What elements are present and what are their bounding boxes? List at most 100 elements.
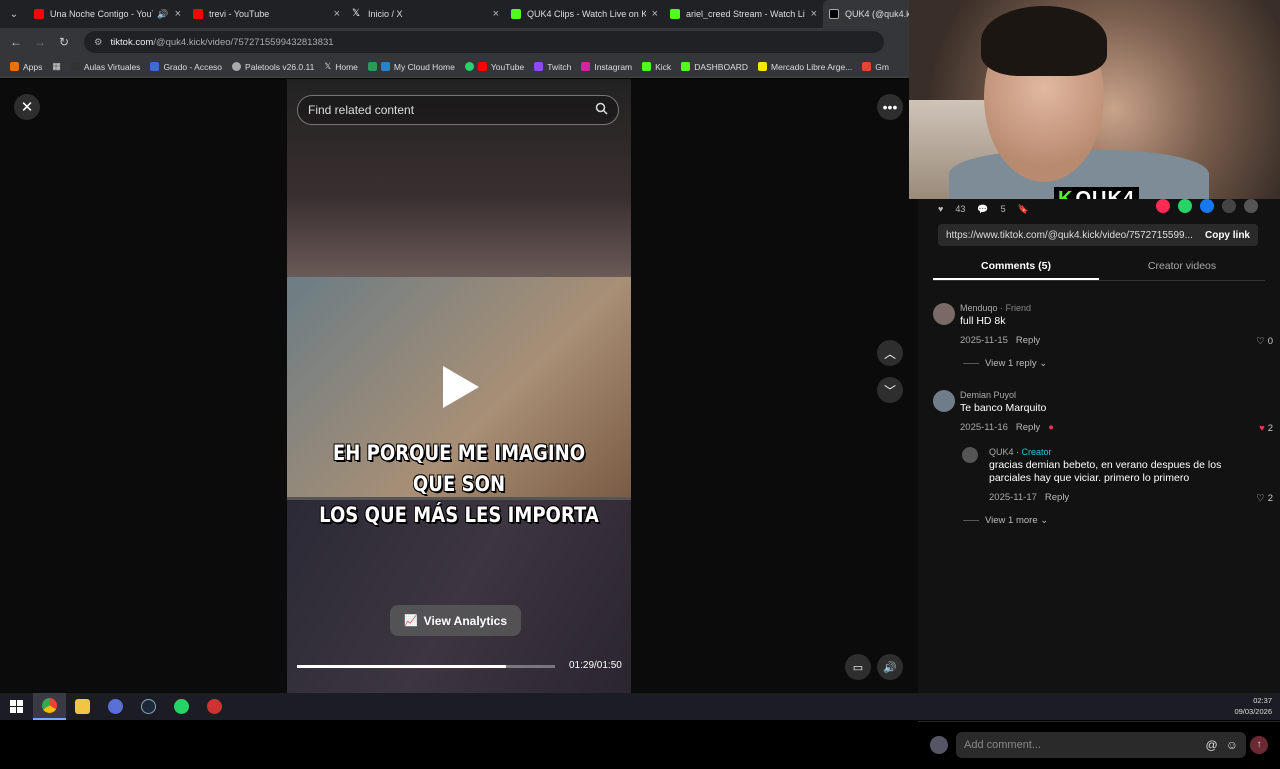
bookmark-grid[interactable]: ▦ (52, 61, 61, 72)
url-domain: tiktok.com (110, 36, 154, 48)
avatar[interactable] (933, 390, 955, 412)
play-icon[interactable] (443, 366, 479, 408)
comment-author[interactable]: Menduqo · Friend (960, 303, 1031, 313)
chevron-up-icon[interactable]: ︿ (877, 340, 903, 366)
browser-tab[interactable]: trevi - YouTube × (187, 0, 346, 28)
view-analytics-button[interactable]: 📈 View Analytics (390, 605, 521, 636)
whatsapp-icon[interactable] (165, 693, 198, 720)
chevron-down-icon[interactable]: ﹀ (877, 377, 903, 403)
comment-text: full HD 8k (960, 315, 1006, 327)
kick-icon (670, 9, 680, 19)
site-info-icon[interactable]: ⚙ (94, 37, 103, 48)
emoji-icon[interactable]: ☺ (1226, 738, 1238, 752)
more-options-icon[interactable]: ••• (877, 94, 903, 120)
bookmark-favicon (150, 62, 160, 71)
bookmark-youtube[interactable]: YouTube (464, 62, 524, 72)
browser-tab[interactable]: ariel_creed Stream - Watch Live × (664, 0, 823, 28)
tab-close-button[interactable]: × (175, 8, 181, 20)
share-icons (1148, 199, 1258, 213)
whatsapp-icon[interactable] (1178, 199, 1192, 213)
tiktok-icon (829, 9, 839, 19)
back-button[interactable]: ← (4, 35, 28, 49)
steam-icon[interactable] (132, 693, 165, 720)
comment-count: 5 (1000, 204, 1006, 214)
add-comment-input[interactable]: Add comment... @ ☺ (956, 732, 1246, 758)
volume-icon[interactable]: 🔊 (877, 654, 903, 680)
avatar[interactable] (962, 447, 978, 463)
mention-icon[interactable]: @ (1206, 738, 1218, 752)
reply-button[interactable]: Reply (1045, 492, 1069, 503)
comment-like[interactable]: ♥ 2 (1259, 423, 1273, 434)
browser-tab[interactable]: Una Noche Contigo - YouTube 🔊 × (28, 0, 187, 28)
url-field[interactable]: ⚙ tiktok.com/@quk4.kick/video/7572715599… (84, 31, 884, 53)
bookmark-twitch[interactable]: Twitch (534, 62, 571, 72)
tab-close-button[interactable]: × (334, 8, 340, 20)
bookmark-apps[interactable]: Apps (10, 62, 42, 72)
video-player[interactable]: Find related content EH PORQUE ME IMAGIN… (287, 79, 631, 693)
tab-comments[interactable]: Comments (5) (933, 255, 1099, 280)
app-icon[interactable] (198, 693, 231, 720)
progress-bar[interactable] (297, 665, 555, 668)
send-icon[interactable]: ↑ (1250, 736, 1268, 754)
bookmark-dashboard[interactable]: DASHBOARD (681, 62, 748, 72)
copy-link-button[interactable]: Copy link (1197, 230, 1258, 241)
comment-icon[interactable]: 💬 (977, 204, 988, 215)
bookmark-mercadolibre[interactable]: Mercado Libre Arge... (758, 62, 852, 72)
share-link-row: https://www.tiktok.com/@quk4.kick/video/… (938, 224, 1258, 246)
like-count: 43 (955, 204, 966, 214)
apps-icon (10, 62, 19, 71)
comment-author[interactable]: Demian Puyol (960, 390, 1016, 400)
share-icon[interactable] (1244, 199, 1258, 213)
share-url[interactable]: https://www.tiktok.com/@quk4.kick/video/… (938, 230, 1197, 241)
file-explorer-icon[interactable] (66, 693, 99, 720)
system-clock[interactable]: 02:37 09/03/2026 (1234, 695, 1272, 717)
kick-icon (642, 62, 652, 71)
tab-close-button[interactable]: × (811, 8, 817, 20)
comment-like[interactable]: ♡ 2 (1256, 493, 1273, 504)
tab-title: Una Noche Contigo - YouTube (50, 9, 153, 19)
browser-tab[interactable]: QUK4 Clips - Watch Live on Kick × (505, 0, 664, 28)
reply-button[interactable]: Reply (1016, 422, 1040, 433)
bookmark-instagram[interactable]: Instagram (581, 62, 632, 72)
tab-close-button[interactable]: × (652, 8, 658, 20)
bookmark-aulas[interactable]: Aulas Virtuales (70, 62, 140, 72)
x-icon[interactable] (1222, 199, 1236, 213)
comment-text: Te banco Marquito (960, 402, 1047, 414)
bookmark-home[interactable]: 𝕏 Home (324, 61, 358, 72)
bookmark-kick[interactable]: Kick (642, 62, 671, 72)
forward-button[interactable]: → (28, 35, 52, 49)
tab-title: trevi - YouTube (209, 9, 270, 19)
analytics-label: View Analytics (423, 613, 508, 628)
x-icon: 𝕏 (324, 61, 332, 71)
comment-author[interactable]: QUK4 · Creator (989, 447, 1052, 457)
reload-button[interactable]: ↻ (52, 35, 76, 49)
comment-like[interactable]: ♡ 0 (1256, 336, 1273, 347)
facebook-icon[interactable] (1200, 199, 1214, 213)
view-more-button[interactable]: View 1 more ⌄ (963, 515, 1048, 526)
avatar[interactable] (933, 303, 955, 325)
bookmark-gmail[interactable]: Gm (862, 62, 889, 72)
youtube-icon (193, 9, 203, 19)
bookmark-paletools[interactable]: Paletools v26.0.11 (232, 62, 314, 72)
tab-close-button[interactable]: × (493, 8, 499, 20)
reply-button[interactable]: Reply (1016, 335, 1040, 346)
heart-icon[interactable]: ♥ (938, 204, 943, 214)
windows-start-icon[interactable] (0, 693, 33, 720)
close-icon[interactable]: ✕ (14, 94, 40, 120)
grid-icon: ▦ (52, 61, 61, 71)
view-replies-button[interactable]: View 1 reply ⌄ (963, 358, 1047, 369)
share-embed-icon[interactable] (1156, 199, 1170, 213)
related-search-input[interactable]: Find related content (297, 95, 619, 125)
browser-tab[interactable]: 𝕏 Inicio / X × (346, 0, 505, 28)
bookmark-grado[interactable]: Grado - Acceso (150, 62, 222, 72)
picture-in-picture-icon[interactable]: ▭ (845, 654, 871, 680)
bookmark-label: Apps (23, 61, 43, 72)
tab-search-button[interactable]: ⌄ (0, 0, 28, 28)
search-icon[interactable] (595, 102, 608, 118)
divider (963, 362, 979, 364)
chrome-profile-icon[interactable] (99, 693, 132, 720)
tab-creator-videos[interactable]: Creator videos (1099, 255, 1265, 280)
chrome-taskbar-icon[interactable] (33, 693, 66, 720)
bookmark-mycloud[interactable]: My Cloud Home (367, 62, 455, 72)
bookmark-icon[interactable]: 🔖 (1018, 204, 1029, 215)
